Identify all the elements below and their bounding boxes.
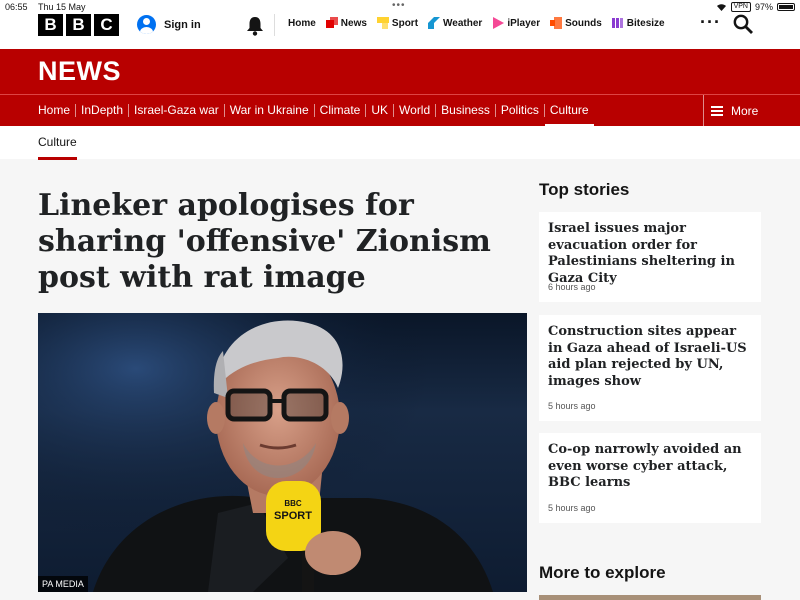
story-title: Construction sites appear in Gaza ahead … <box>548 324 747 389</box>
tab-culture[interactable]: Culture <box>38 135 77 160</box>
sign-in-label: Sign in <box>164 18 201 31</box>
section-list: Home InDepth Israel-Gaza war War in Ukra… <box>38 104 594 127</box>
article-headline: Lineker apologises for sharing 'offensiv… <box>38 188 491 295</box>
logo-letter: B <box>66 14 91 36</box>
bbc-logo[interactable]: B B C <box>38 14 119 36</box>
story-card[interactable]: Israel issues major evacuation order for… <box>539 212 761 302</box>
bitesize-icon <box>611 18 623 28</box>
nav-news-label: News <box>340 17 367 29</box>
section-culture[interactable]: Culture <box>543 104 594 127</box>
sport-icon <box>376 17 389 29</box>
story-title: Israel issues major evacuation order for… <box>548 221 735 286</box>
section-politics[interactable]: Politics <box>494 104 544 117</box>
iplayer-icon <box>493 17 505 29</box>
section-uk[interactable]: UK <box>365 104 393 117</box>
news-banner: NEWS <box>0 49 800 94</box>
sub-nav: Culture <box>0 126 800 160</box>
section-climate[interactable]: Climate <box>313 104 366 117</box>
battery-icon <box>777 3 795 11</box>
status-date: Thu 15 May <box>38 2 86 12</box>
story-time: 6 hours ago <box>548 282 596 292</box>
more-menu-icon[interactable]: ··· <box>700 12 721 33</box>
status-time: 06:55 <box>5 2 28 12</box>
account-icon <box>137 15 156 34</box>
section-world[interactable]: World <box>393 104 435 117</box>
hamburger-icon <box>711 105 723 116</box>
battery-percent: 97% <box>754 2 773 12</box>
wifi-icon <box>716 4 726 11</box>
nav-bitesize[interactable]: Bitesize <box>611 17 665 29</box>
article-hero-image: BBC SPORT PA MEDIA <box>38 313 527 592</box>
image-credit: PA MEDIA <box>38 576 88 592</box>
story-time: 5 hours ago <box>548 401 596 411</box>
notifications-bell-icon[interactable] <box>246 16 264 36</box>
news-icon <box>325 17 338 28</box>
nav-weather-label: Weather <box>443 17 483 29</box>
section-home[interactable]: Home <box>38 104 75 117</box>
section-israel-gaza-war[interactable]: Israel-Gaza war <box>128 104 224 117</box>
nav-iplayer[interactable]: iPlayer <box>492 17 540 29</box>
nav-home[interactable]: Home <box>288 18 316 29</box>
nav-iplayer-label: iPlayer <box>507 17 541 29</box>
section-nav: Home InDepth Israel-Gaza war War in Ukra… <box>0 94 800 127</box>
section-indepth[interactable]: InDepth <box>75 104 128 117</box>
weather-icon <box>428 17 441 29</box>
news-title[interactable]: NEWS <box>38 56 121 87</box>
more-to-explore-heading: More to explore <box>539 563 666 582</box>
vpn-badge: VPN <box>730 2 751 12</box>
svg-text:BBC: BBC <box>284 499 302 508</box>
multitasking-dots-icon[interactable]: ••• <box>392 0 406 11</box>
nav-divider <box>274 14 275 36</box>
sign-in-button[interactable]: Sign in <box>137 15 201 34</box>
top-stories-heading: Top stories <box>539 180 630 199</box>
nav-home-label: Home <box>288 17 316 29</box>
status-bar: 06:55 Thu 15 May ••• VPN 97% <box>0 0 800 14</box>
story-time: 5 hours ago <box>548 503 596 513</box>
story-title: Co-op narrowly avoided an even worse cyb… <box>548 442 742 490</box>
nav-weather[interactable]: Weather <box>428 17 482 29</box>
section-war-in-ukraine[interactable]: War in Ukraine <box>223 104 314 117</box>
sounds-icon <box>550 17 563 29</box>
section-more-label: More <box>731 103 759 118</box>
nav-sounds-label: Sounds <box>565 17 602 29</box>
nav-sport[interactable]: Sport <box>376 17 419 29</box>
nav-bitesize-label: Bitesize <box>626 17 665 29</box>
nav-news[interactable]: News <box>325 17 367 29</box>
logo-letter: B <box>38 14 63 36</box>
story-card[interactable]: Co-op narrowly avoided an even worse cyb… <box>539 433 761 523</box>
search-icon[interactable] <box>733 14 753 34</box>
product-nav: Home News Sport Weather iPlayer Sounds B… <box>288 17 665 29</box>
status-right: VPN 97% <box>716 2 795 12</box>
story-card[interactable]: Construction sites appear in Gaza ahead … <box>539 315 761 421</box>
nav-sounds[interactable]: Sounds <box>550 17 602 29</box>
hero-photo: BBC SPORT <box>38 313 527 592</box>
section-business[interactable]: Business <box>435 104 495 117</box>
nav-sport-label: Sport <box>391 17 419 29</box>
svg-text:SPORT: SPORT <box>274 510 312 522</box>
section-more-button[interactable]: More <box>703 95 758 126</box>
logo-letter: C <box>94 14 119 36</box>
bbc-top-nav: B B C Sign in Home News Sport Weather iP… <box>0 12 800 49</box>
more-to-explore-image[interactable] <box>539 595 761 600</box>
